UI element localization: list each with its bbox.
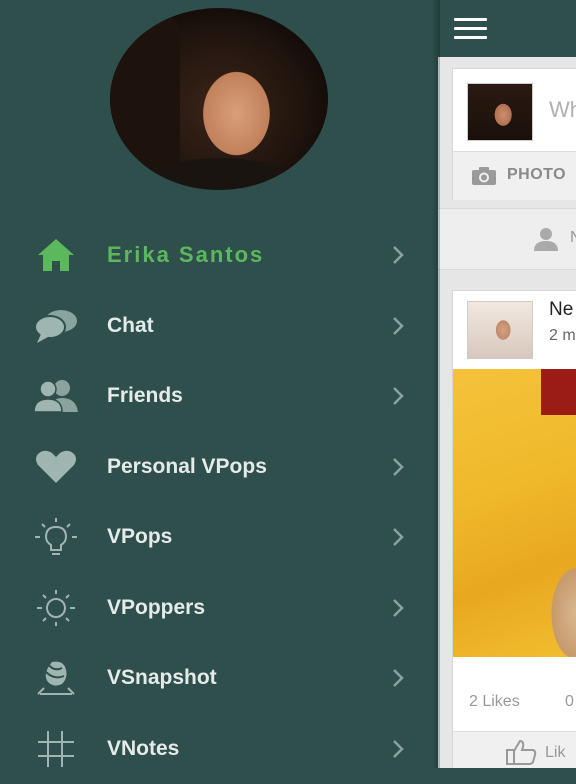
chevron-right-icon xyxy=(390,596,406,620)
sun-icon xyxy=(30,588,82,628)
like-button[interactable]: Lik xyxy=(545,744,565,762)
main-content-panel: Wh PHOTO N Ne 2 m 2 Likes 0 xyxy=(438,0,576,768)
feed-card: Ne 2 m 2 Likes 0 Lik xyxy=(452,290,576,768)
sidebar-item-label: Friends xyxy=(107,384,183,408)
post-actions-bar: PHOTO xyxy=(453,151,576,200)
sidebar-item-label: Personal VPops xyxy=(107,455,267,479)
feed-author-avatar[interactable] xyxy=(467,301,533,359)
sidebar-item-label: VSnapshot xyxy=(107,666,217,690)
chevron-right-icon xyxy=(390,243,406,267)
sidebar-menu: Erika Santos Chat xyxy=(0,220,438,784)
chevron-right-icon xyxy=(390,525,406,549)
sidebar-item-label: Erika Santos xyxy=(107,242,264,268)
comments-count[interactable]: 0 xyxy=(565,693,574,711)
photo-button[interactable]: PHOTO xyxy=(507,166,566,184)
friend-bar-text: N xyxy=(570,229,576,247)
sidebar-item-label: VPoppers xyxy=(107,596,205,620)
profile-avatar[interactable] xyxy=(110,8,328,190)
post-composer: Wh PHOTO xyxy=(452,68,576,200)
sidebar: Erika Santos Chat xyxy=(0,0,438,768)
chevron-right-icon xyxy=(390,314,406,338)
sidebar-item-friends[interactable]: Friends xyxy=(0,361,438,432)
composer-avatar xyxy=(467,83,533,141)
heart-icon xyxy=(30,447,82,487)
feed-timestamp: 2 m xyxy=(549,327,576,345)
camera-icon xyxy=(471,166,497,186)
sidebar-item-personal-vpops[interactable]: Personal VPops xyxy=(0,432,438,503)
friend-suggestions-bar[interactable]: N xyxy=(438,208,576,270)
sidebar-item-vpops[interactable]: VPops xyxy=(0,502,438,573)
sidebar-item-label: VNotes xyxy=(107,737,179,761)
chevron-right-icon xyxy=(390,455,406,479)
like-action-bar: Lik xyxy=(453,731,576,768)
chevron-right-icon xyxy=(390,384,406,408)
lightbulb-icon xyxy=(30,517,82,557)
chevron-right-icon xyxy=(390,737,406,761)
sidebar-item-chat[interactable]: Chat xyxy=(0,291,438,362)
hash-icon xyxy=(30,729,82,769)
friends-icon xyxy=(30,376,82,416)
feed-photo[interactable] xyxy=(453,369,576,657)
chevron-right-icon xyxy=(390,666,406,690)
sidebar-item-label: VPops xyxy=(107,525,172,549)
likes-count[interactable]: 2 Likes xyxy=(469,693,520,711)
post-input[interactable]: Wh xyxy=(549,97,576,123)
sidebar-item-label: Chat xyxy=(107,314,154,338)
hamburger-menu-icon[interactable] xyxy=(454,18,487,40)
sidebar-item-vnotes[interactable]: VNotes xyxy=(0,714,438,784)
thumbs-up-icon xyxy=(505,738,537,766)
sidebar-item-profile[interactable]: Erika Santos xyxy=(0,220,438,291)
feed-author-name[interactable]: Ne xyxy=(549,299,573,321)
sidebar-item-vsnapshot[interactable]: VSnapshot xyxy=(0,643,438,714)
snapshot-icon xyxy=(30,658,82,698)
chat-bubbles-icon xyxy=(30,306,82,346)
person-icon xyxy=(534,227,558,251)
sidebar-item-vpoppers[interactable]: VPoppers xyxy=(0,573,438,644)
home-icon xyxy=(30,235,82,275)
panel-shadow xyxy=(432,0,440,768)
top-bar xyxy=(438,0,576,57)
